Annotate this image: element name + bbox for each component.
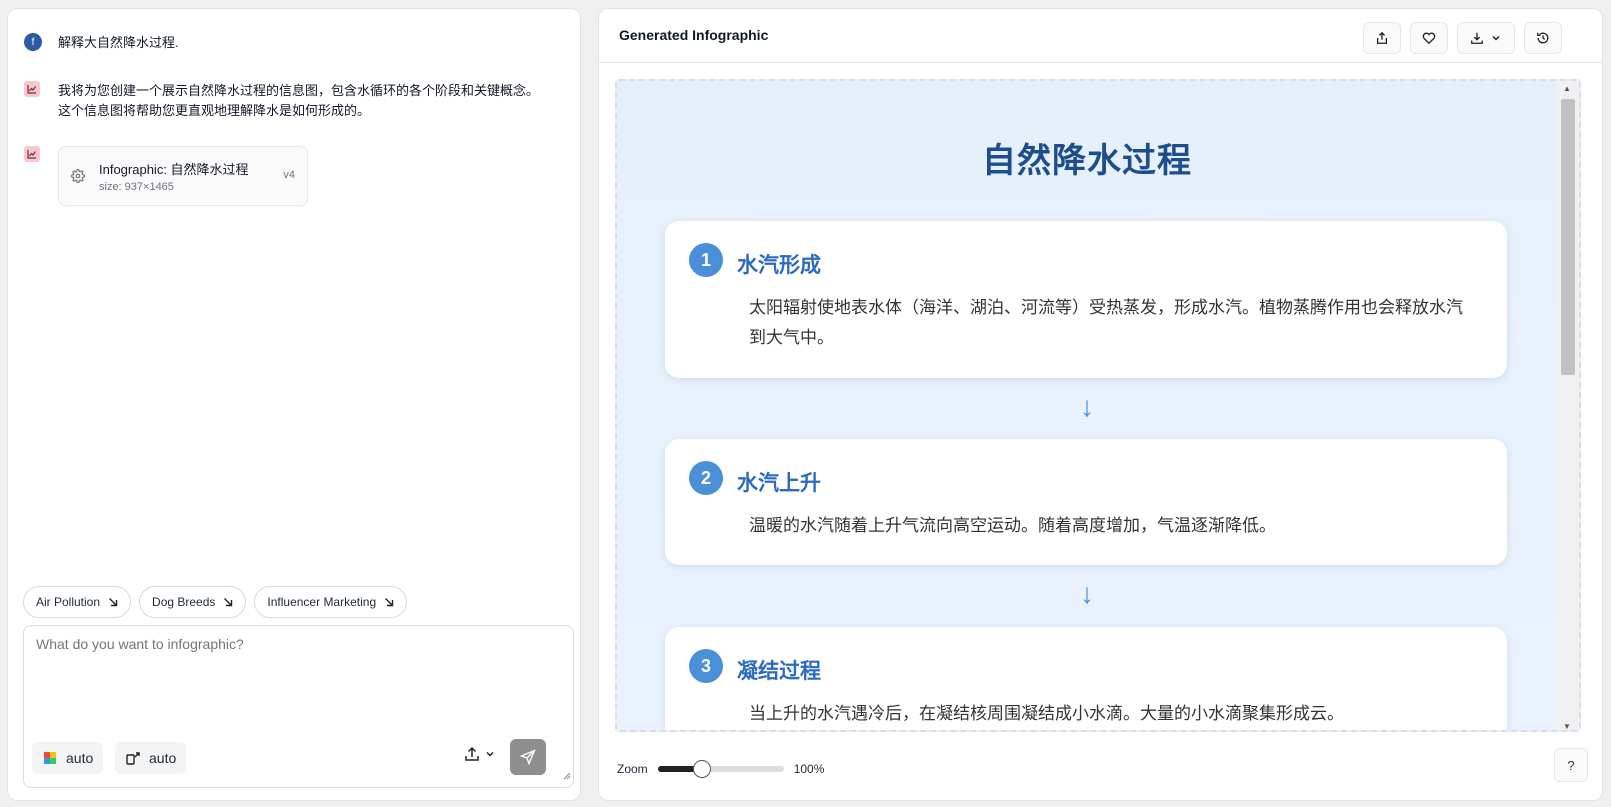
- size-selector[interactable]: auto: [115, 742, 187, 774]
- vertical-scrollbar[interactable]: ▲ ▼: [1557, 81, 1579, 730]
- upload-icon: [464, 746, 480, 762]
- zoom-label: Zoom: [617, 762, 648, 776]
- step-title: 水汽上升: [737, 472, 821, 495]
- download-icon: [1470, 31, 1484, 45]
- step-number: 3: [689, 649, 723, 683]
- user-avatar: f: [24, 33, 42, 51]
- chat-panel: f 解释大自然降水过程. 我将为您创建一个展示自然降水过程的信息图，包含水循环的…: [7, 8, 581, 801]
- send-button[interactable]: [510, 739, 546, 775]
- scrollbar-thumb[interactable]: [1561, 99, 1575, 375]
- download-menu-button[interactable]: [1457, 22, 1515, 54]
- user-message-text: 解释大自然降水过程.: [58, 35, 179, 50]
- chip-label: Dog Breeds: [152, 595, 216, 609]
- suggestion-chip-influencer-marketing[interactable]: Influencer Marketing: [254, 586, 408, 618]
- heart-icon: [1422, 31, 1436, 45]
- size-label: auto: [149, 750, 177, 766]
- arrow-down-right-icon: [108, 597, 118, 607]
- zoom-control: Zoom 100%: [617, 760, 825, 778]
- share-button[interactable]: [1363, 22, 1401, 54]
- infographic-canvas[interactable]: 自然降水过程 1 水汽形成 太阳辐射使地表水体（海洋、湖泊、河流等）受热蒸发，形…: [615, 79, 1581, 732]
- upload-menu[interactable]: [464, 746, 496, 762]
- chevron-down-icon: [1490, 32, 1502, 44]
- user-message: f 解释大自然降水过程.: [24, 33, 548, 53]
- viewer-header: Generated Infographic: [599, 9, 1602, 63]
- bot-message-text: 我将为您创建一个展示自然降水过程的信息图，包含水循环的各个阶段和关键概念。这个信…: [58, 83, 540, 118]
- step-card: 2 水汽上升 温暖的水汽随着上升气流向高空运动。随着高度增加，气温逐渐降低。: [665, 439, 1507, 565]
- prompt-input[interactable]: [36, 636, 556, 652]
- history-icon: [1536, 31, 1550, 45]
- chip-label: Air Pollution: [36, 595, 101, 609]
- chip-label: Influencer Marketing: [267, 595, 377, 609]
- step-description: 当上升的水汽遇冷后，在凝结核周围凝结成小水滴。大量的小水滴聚集形成云。: [749, 704, 1344, 723]
- flow-arrow: ↓: [1080, 578, 1094, 609]
- zoom-slider-handle[interactable]: [692, 760, 711, 778]
- bot-artifact-message: Infographic: 自然降水过程 size: 937×1465 v4: [24, 146, 308, 206]
- composer: auto auto: [23, 625, 574, 788]
- scroll-up-icon[interactable]: ▲: [1563, 84, 1571, 93]
- history-button[interactable]: [1524, 22, 1562, 54]
- infographic-title: 自然降水过程: [982, 142, 1192, 180]
- step-number: 2: [689, 461, 723, 495]
- step-title: 凝结过程: [737, 660, 821, 683]
- style-selector[interactable]: auto: [32, 742, 104, 774]
- card-title: Infographic: 自然降水过程: [99, 162, 249, 177]
- viewer-title: Generated Infographic: [619, 27, 769, 43]
- chart-icon: [24, 146, 40, 162]
- chart-icon: [24, 81, 40, 97]
- card-version: v4: [283, 169, 295, 181]
- resize-handle-icon[interactable]: [563, 767, 571, 785]
- share-icon: [1375, 31, 1389, 45]
- step-description: 温暖的水汽随着上升气流向高空运动。随着高度增加，气温逐渐降低。: [749, 516, 1276, 535]
- step-card: 3 凝结过程 当上升的水汽遇冷后，在凝结核周围凝结成小水滴。大量的小水滴聚集形成…: [665, 627, 1507, 730]
- step-title: 水汽形成: [737, 254, 821, 277]
- flow-arrow: ↓: [1080, 391, 1094, 422]
- infographic-content: 自然降水过程 1 水汽形成 太阳辐射使地表水体（海洋、湖泊、河流等）受热蒸发，形…: [617, 81, 1557, 730]
- send-icon: [520, 749, 536, 765]
- bot-message: 我将为您创建一个展示自然降水过程的信息图，包含水循环的各个阶段和关键概念。这个信…: [24, 81, 548, 121]
- chevron-down-icon: [484, 748, 496, 760]
- palette-icon: [42, 750, 58, 766]
- help-button[interactable]: ?: [1554, 748, 1588, 782]
- step-card: 1 水汽形成 太阳辐射使地表水体（海洋、湖泊、河流等）受热蒸发，形成水汽。植物蒸…: [665, 221, 1507, 378]
- zoom-value: 100%: [793, 762, 825, 776]
- viewer-panel: Generated Infographic 自然降水过程 1 水汽形成 太阳辐射…: [598, 8, 1603, 801]
- suggestion-chip-air-pollution[interactable]: Air Pollution: [23, 586, 132, 618]
- gear-icon: [71, 169, 85, 183]
- step-number: 1: [689, 243, 723, 277]
- suggestion-chip-dog-breeds[interactable]: Dog Breeds: [139, 586, 247, 618]
- aspect-ratio-icon: [125, 750, 141, 766]
- zoom-slider[interactable]: [657, 760, 784, 778]
- arrow-down-right-icon: [384, 597, 394, 607]
- arrow-down-right-icon: [223, 597, 233, 607]
- style-label: auto: [66, 750, 94, 766]
- suggestion-chips: Air Pollution Dog Breeds Influencer Mark…: [23, 586, 408, 618]
- step-description: 太阳辐射使地表水体（海洋、湖泊、河流等）受热蒸发，形成水汽。植物蒸腾作用也会释放…: [749, 298, 1463, 347]
- favorite-button[interactable]: [1410, 22, 1448, 54]
- scroll-down-icon[interactable]: ▼: [1563, 722, 1571, 730]
- infographic-artifact-card[interactable]: Infographic: 自然降水过程 size: 937×1465 v4: [58, 146, 308, 206]
- card-size: size: 937×1465: [99, 181, 174, 193]
